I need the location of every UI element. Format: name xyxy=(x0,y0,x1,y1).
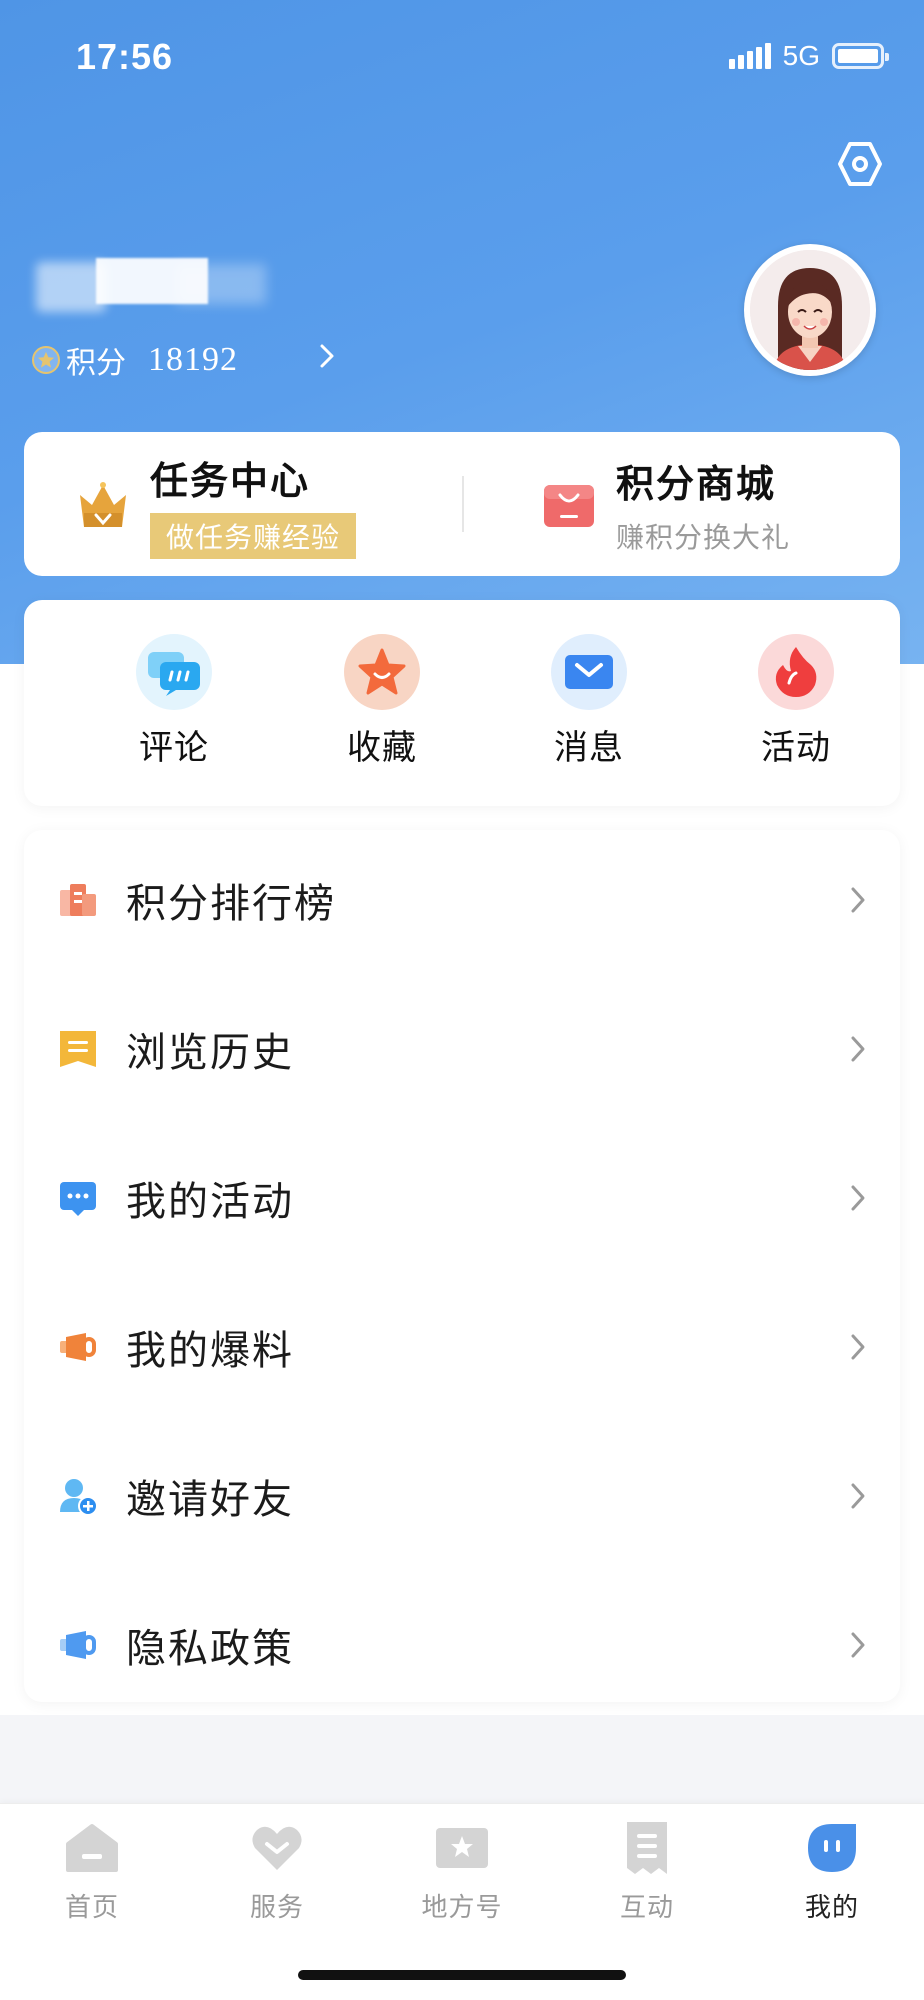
tab-label: 首页 xyxy=(64,1892,119,1922)
heart-icon xyxy=(252,1826,302,1870)
star-icon xyxy=(344,634,420,710)
menu-item-my-reports[interactable]: 我的爆料 xyxy=(24,1277,900,1417)
username-redacted xyxy=(36,250,266,320)
chevron-right-icon xyxy=(851,1483,865,1509)
points-mall-subtitle: 赚积分换大礼 xyxy=(616,521,791,553)
quick-actions-card: 评论 收藏 消息 活动 xyxy=(24,600,900,806)
quick-action-activity[interactable]: 活动 xyxy=(726,634,866,769)
local-account-icon xyxy=(436,1828,488,1868)
tab-interaction[interactable]: 互动 xyxy=(587,1820,707,1924)
history-icon xyxy=(60,1031,96,1067)
chevron-right-icon xyxy=(851,1632,865,1658)
chevron-right-icon[interactable] xyxy=(318,343,336,374)
battery-icon xyxy=(832,43,889,69)
menu-label: 隐私政策 xyxy=(126,1627,294,1671)
signal-icon xyxy=(728,43,771,69)
status-time: 17:56 xyxy=(76,36,174,77)
comment-icon xyxy=(136,634,212,710)
menu-item-browsing-history[interactable]: 浏览历史 xyxy=(24,979,900,1119)
quick-action-comment[interactable]: 评论 xyxy=(104,634,244,769)
menu-item-points-ranking[interactable]: 积分排行榜 xyxy=(24,830,900,970)
home-indicator xyxy=(298,1970,626,1980)
menu-label: 我的爆料 xyxy=(126,1329,294,1373)
quick-action-label: 消息 xyxy=(554,729,624,767)
menu-item-privacy-policy[interactable]: 隐私政策 xyxy=(24,1575,900,1715)
mail-icon xyxy=(551,634,627,710)
avatar[interactable] xyxy=(744,244,876,376)
chevron-right-icon xyxy=(851,1036,865,1062)
tab-label: 互动 xyxy=(619,1892,674,1922)
quick-action-label: 收藏 xyxy=(347,729,417,767)
menu-item-my-activities[interactable]: 我的活动 xyxy=(24,1128,900,1268)
menu-label: 邀请好友 xyxy=(126,1478,294,1522)
points-value: 18192 xyxy=(148,341,238,378)
points-star-icon xyxy=(32,346,60,374)
points-row[interactable]: 积分 18192 xyxy=(32,338,238,382)
ranking-icon xyxy=(60,884,96,916)
menu-label: 我的活动 xyxy=(126,1180,294,1224)
tab-label: 服务 xyxy=(249,1892,304,1922)
invite-friend-icon xyxy=(60,1479,98,1516)
menu-item-invite-friends[interactable]: 邀请好友 xyxy=(24,1426,900,1566)
chevron-right-icon xyxy=(851,1185,865,1211)
tab-label: 地方号 xyxy=(421,1892,503,1922)
task-center-title: 任务中心 xyxy=(150,460,311,503)
tab-label: 我的 xyxy=(804,1892,859,1922)
privacy-icon xyxy=(60,1631,96,1659)
quick-action-label: 评论 xyxy=(139,729,209,767)
menu-list: 积分排行榜 浏览历史 我的活动 我的爆料 邀请好友 隐私政策 xyxy=(24,830,900,1702)
task-card: 任务中心 做任务赚经验 积分商城 赚积分换大礼 xyxy=(24,432,900,576)
tab-local-accounts[interactable]: 地方号 xyxy=(402,1820,522,1924)
report-icon xyxy=(60,1333,96,1361)
quick-action-label: 活动 xyxy=(761,729,831,767)
me-icon xyxy=(808,1824,856,1872)
tab-service[interactable]: 服务 xyxy=(217,1820,337,1924)
network-type: 5G xyxy=(782,40,820,71)
quick-action-message[interactable]: 消息 xyxy=(519,634,659,769)
interaction-icon xyxy=(627,1822,667,1874)
activity-icon xyxy=(60,1182,96,1216)
points-mall-entry[interactable]: 积分商城 赚积分换大礼 xyxy=(542,432,790,576)
task-center-entry[interactable]: 任务中心 做任务赚经验 xyxy=(76,432,357,576)
menu-label: 积分排行榜 xyxy=(126,882,336,926)
settings-icon[interactable] xyxy=(836,140,884,188)
chevron-right-icon xyxy=(851,887,865,913)
task-center-subtitle: 做任务赚经验 xyxy=(150,512,357,559)
home-icon xyxy=(66,1824,118,1872)
menu-label: 浏览历史 xyxy=(126,1031,294,1075)
status-indicators: 5G xyxy=(728,40,889,72)
crown-icon xyxy=(80,482,126,527)
points-mall-title: 积分商城 xyxy=(616,463,777,506)
tab-home[interactable]: 首页 xyxy=(32,1820,152,1924)
flame-icon xyxy=(758,634,834,710)
tab-me[interactable]: 我的 xyxy=(772,1820,892,1924)
divider xyxy=(462,476,464,532)
points-label: 积分 xyxy=(66,347,126,380)
chevron-right-icon xyxy=(851,1334,865,1360)
shopping-bag-icon xyxy=(544,485,594,527)
quick-action-favorite[interactable]: 收藏 xyxy=(312,634,452,769)
